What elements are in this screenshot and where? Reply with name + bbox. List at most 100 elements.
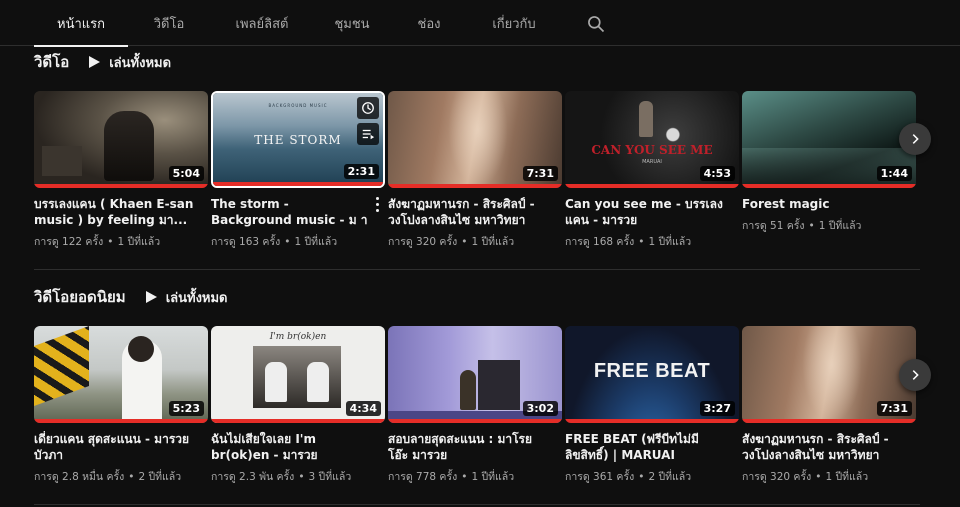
tab-home[interactable]: หน้าแรก (34, 0, 128, 47)
video-thumbnail[interactable]: 7:31 (388, 91, 562, 188)
queue-icon (362, 129, 375, 140)
video-duration: 7:31 (522, 166, 558, 181)
watch-progress (34, 419, 208, 423)
video-title[interactable]: สังฆาฏมหานรก - สิระศิลป์ - วงโปงลางสินไซ… (742, 431, 902, 463)
video-card[interactable]: 7:31 สังฆาฏมหานรก - สิระศิลป์ - วงโปงลาง… (742, 326, 916, 485)
tab-playlists[interactable]: เพลย์ลิสต์ (222, 0, 302, 46)
shelf-next-button[interactable] (899, 359, 931, 391)
upload-age: 1 ปีที่แล้ว (294, 236, 338, 248)
view-count: การดู 320 ครั้ง (742, 471, 812, 483)
watch-progress (34, 184, 208, 188)
section-divider (34, 269, 920, 270)
upload-age: 1 ปีที่แล้ว (818, 220, 862, 232)
video-meta: การดู 2.3 พัน ครั้ง • 3 ปีที่แล้ว (211, 471, 352, 483)
play-all-label: เล่นทั้งหมด (165, 290, 228, 306)
upload-age: 1 ปีที่แล้ว (471, 471, 515, 483)
video-thumbnail[interactable]: BACKGROUND MUSIC THE STORM 2:31 (211, 91, 385, 188)
video-thumbnail[interactable]: 5:23 (34, 326, 208, 423)
videos-shelf: 5:04 บรรเลงแคน ( Khaen E-san music ) by … (34, 91, 920, 251)
tab-about[interactable]: เกี่ยวกับ (480, 0, 548, 46)
video-duration: 5:23 (168, 401, 204, 416)
video-card[interactable]: I'm br(ok)en 4:34 ฉันไม่เสียใจเลย I'm br… (211, 326, 385, 485)
video-thumbnail[interactable]: FREE BEAT 3:27 (565, 326, 739, 423)
video-meta: การดู 51 ครั้ง • 1 ปีที่แล้ว (742, 220, 862, 232)
view-count: การดู 361 ครั้ง (565, 471, 635, 483)
video-meta: การดู 361 ครั้ง • 2 ปีที่แล้ว (565, 471, 692, 483)
play-icon (89, 56, 101, 68)
section-header-popular: วิดีโอยอดนิยม เล่นทั้งหมด (34, 286, 228, 308)
upload-age: 3 ปีที่แล้ว (308, 471, 352, 483)
video-card[interactable]: CAN YOU SEE ME MARUAI 4:53 Can you see m… (565, 91, 739, 250)
upload-age: 1 ปีที่แล้ว (648, 236, 692, 248)
search-icon[interactable] (586, 14, 606, 34)
video-meta: การดู 163 ครั้ง • 1 ปีที่แล้ว (211, 236, 338, 248)
tab-videos[interactable]: วิดีโอ (140, 0, 198, 46)
video-thumbnail[interactable]: 7:31 (742, 326, 916, 423)
video-duration: 3:02 (522, 401, 558, 416)
video-title[interactable]: ฉันไม่เสียใจเลย I'm br(ok)en - มารวย (211, 431, 371, 463)
upload-age: 1 ปีที่แล้ว (825, 471, 869, 483)
more-actions-icon[interactable] (371, 195, 383, 213)
upload-age: 2 ปีที่แล้ว (648, 471, 692, 483)
section-title: วิดีโอยอดนิยม (34, 288, 126, 306)
watch-progress (742, 184, 916, 188)
video-thumbnail[interactable]: I'm br(ok)en 4:34 (211, 326, 385, 423)
video-title[interactable]: FREE BEAT (ฟรีบีทไม่มีลิขสิทธิ์) | MARUA… (565, 431, 725, 463)
video-card[interactable]: 5:04 บรรเลงแคน ( Khaen E-san music ) by … (34, 91, 208, 250)
tab-channels[interactable]: ช่อง (406, 0, 452, 46)
add-to-queue-button[interactable] (357, 123, 379, 145)
watch-progress (565, 419, 739, 423)
view-count: การดู 168 ครั้ง (565, 236, 635, 248)
watch-progress (742, 419, 916, 423)
video-title[interactable]: เดี่ยวแคน สุดสะแนน - มารวย บัวภา (34, 431, 194, 463)
video-meta: การดู 320 ครั้ง • 1 ปีที่แล้ว (742, 471, 869, 483)
video-card[interactable]: 1:44 Forest magic การดู 51 ครั้ง • 1 ปีที่… (742, 91, 916, 234)
tab-community[interactable]: ชุมชน (325, 0, 379, 46)
chevron-right-icon (912, 134, 919, 144)
play-icon (145, 291, 157, 303)
view-count: การดู 51 ครั้ง (742, 220, 805, 232)
watch-progress (388, 184, 562, 188)
clock-icon (362, 102, 374, 114)
view-count: การดู 163 ครั้ง (211, 236, 281, 248)
video-duration: 7:31 (876, 401, 912, 416)
video-meta: การดู 320 ครั้ง • 1 ปีที่แล้ว (388, 236, 515, 248)
watch-later-button[interactable] (357, 97, 379, 119)
video-title[interactable]: สอบลายสุดสะแนน : มาโรยโอ๊ะ มารวย (388, 431, 548, 463)
chevron-right-icon (912, 370, 919, 380)
video-card[interactable]: BACKGROUND MUSIC THE STORM 2:31 The stor… (211, 91, 385, 250)
section-divider (34, 504, 920, 505)
video-title[interactable]: บรรเลงแคน ( Khaen E-san music ) by feeli… (34, 196, 194, 228)
video-card[interactable]: FREE BEAT 3:27 FREE BEAT (ฟรีบีทไม่มีลิข… (565, 326, 739, 485)
video-meta: การดู 168 ครั้ง • 1 ปีที่แล้ว (565, 236, 692, 248)
play-all-button[interactable]: เล่นทั้งหมด (87, 52, 171, 73)
play-all-button[interactable]: เล่นทั้งหมด (144, 287, 228, 308)
video-thumbnail[interactable]: 1:44 (742, 91, 916, 188)
view-count: การดู 2.8 หมื่น ครั้ง (34, 471, 125, 483)
section-header-videos: วิดีโอ เล่นทั้งหมด (34, 51, 171, 73)
video-duration: 4:53 (699, 166, 735, 181)
video-title[interactable]: สังฆาฏมหานรก - สิระศิลป์ - วงโปงลางสินไซ… (388, 196, 548, 228)
video-title[interactable]: The storm - Background music - ม า ร ว ย… (211, 196, 371, 228)
video-title[interactable]: Forest magic (742, 196, 902, 212)
video-thumbnail[interactable]: 5:04 (34, 91, 208, 188)
view-count: การดู 320 ครั้ง (388, 236, 458, 248)
shelf-next-button[interactable] (899, 123, 931, 155)
video-card[interactable]: 7:31 สังฆาฏมหานรก - สิระศิลป์ - วงโปงลาง… (388, 91, 562, 250)
video-card[interactable]: 5:23 เดี่ยวแคน สุดสะแนน - มารวย บัวภา กา… (34, 326, 208, 485)
video-duration: 5:04 (168, 166, 204, 181)
thumbnail-text: FREE BEAT (593, 360, 711, 382)
video-thumbnail[interactable]: CAN YOU SEE ME MARUAI 4:53 (565, 91, 739, 188)
upload-age: 1 ปีที่แล้ว (117, 236, 161, 248)
thumbnail-text: CAN YOU SEE ME (591, 143, 713, 157)
upload-age: 2 ปีที่แล้ว (138, 471, 182, 483)
video-meta: การดู 2.8 หมื่น ครั้ง • 2 ปีที่แล้ว (34, 471, 182, 483)
view-count: การดู 122 ครั้ง (34, 236, 104, 248)
video-duration: 4:34 (345, 401, 381, 416)
channel-tabs: หน้าแรก วิดีโอ เพลย์ลิสต์ ชุมชน ช่อง เกี… (0, 0, 960, 47)
play-all-label: เล่นทั้งหมด (109, 55, 172, 71)
video-thumbnail[interactable]: 3:02 (388, 326, 562, 423)
video-title[interactable]: Can you see me - บรรเลงแคน - มารวย (565, 196, 725, 228)
section-title: วิดีโอ (34, 53, 70, 71)
video-card[interactable]: 3:02 สอบลายสุดสะแนน : มาโรยโอ๊ะ มารวย กา… (388, 326, 562, 485)
